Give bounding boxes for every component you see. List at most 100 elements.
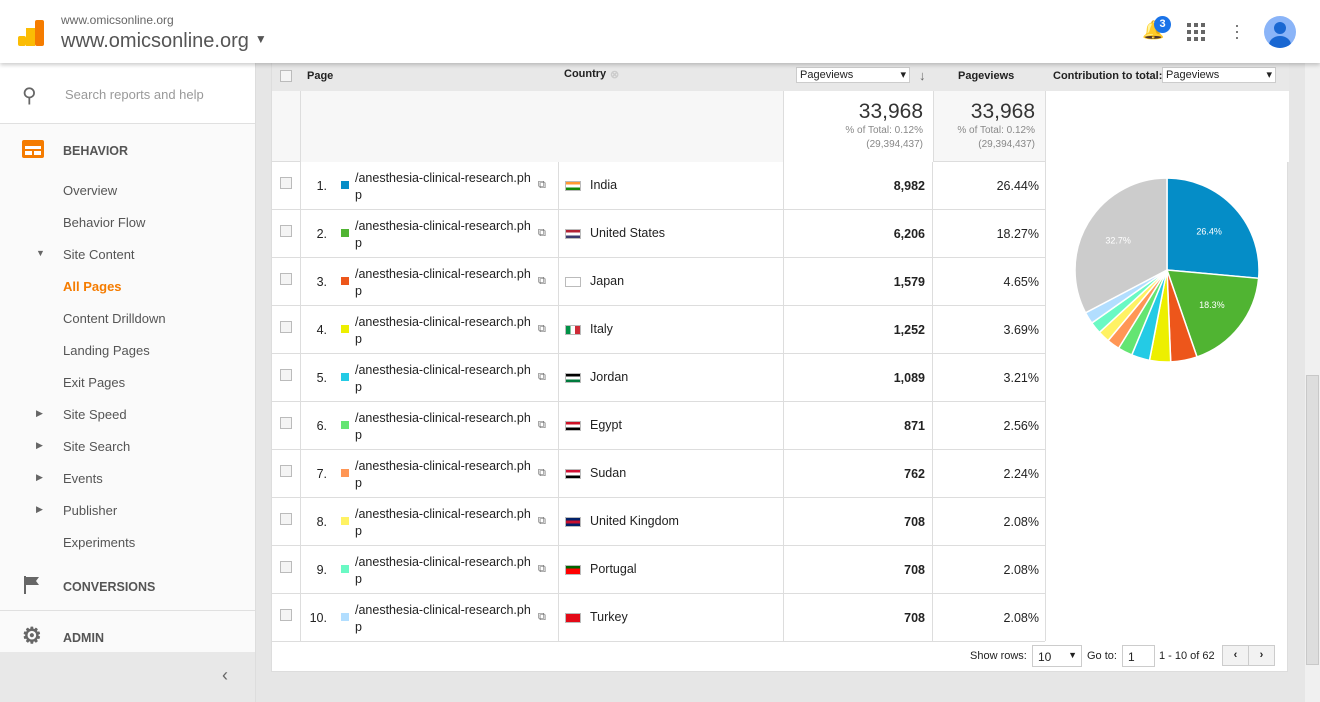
row-checkbox[interactable] (280, 417, 292, 429)
account-name: www.omicsonline.org (61, 13, 174, 27)
row-checkbox[interactable] (280, 561, 292, 573)
page-link[interactable]: /anesthesia-clinical-research.php (355, 362, 535, 396)
sidebar-item-content-drilldown[interactable]: Content Drilldown (0, 302, 255, 334)
avatar[interactable] (1264, 16, 1296, 48)
page-link[interactable]: /anesthesia-clinical-research.php (355, 458, 535, 492)
row-checkbox[interactable] (280, 513, 292, 525)
sidebar-section-behavior[interactable]: BEHAVIOR (0, 124, 255, 174)
open-external-icon[interactable]: ⧉ (538, 227, 546, 240)
table-row: 4. /anesthesia-clinical-research.php ⧉ I… (272, 306, 1045, 354)
row-checkbox[interactable] (280, 465, 292, 477)
show-rows-select[interactable]: 10 ▼ (1032, 645, 1082, 667)
country-name[interactable]: Sudan (590, 466, 626, 480)
open-external-icon[interactable]: ⧉ (538, 179, 546, 192)
country-name[interactable]: Portugal (590, 562, 637, 576)
country-flag-icon (565, 565, 581, 575)
sidebar-item-all-pages[interactable]: All Pages (0, 270, 255, 302)
series-color-swatch (341, 517, 349, 525)
sidebar-item-overview[interactable]: Overview (0, 174, 255, 206)
select-all-checkbox[interactable] (280, 70, 292, 82)
series-color-swatch (341, 277, 349, 285)
sort-arrow-icon[interactable]: ↓ (919, 68, 926, 83)
remove-dimension-icon[interactable]: ⊗ (610, 68, 619, 81)
goto-input[interactable]: 1 (1122, 645, 1155, 667)
contribution-pct: 3.21% (1003, 371, 1039, 385)
country-name[interactable]: India (590, 178, 617, 192)
table-row: 8. /anesthesia-clinical-research.php ⧉ U… (272, 498, 1045, 546)
open-external-icon[interactable]: ⧉ (538, 467, 546, 480)
row-checkbox[interactable] (280, 609, 292, 621)
page-link[interactable]: /anesthesia-clinical-research.php (355, 170, 535, 204)
sidebar-section-conversions[interactable]: CONVERSIONS (0, 560, 255, 610)
pie-label: 26.4% (1196, 227, 1222, 237)
pageviews-value: 708 (904, 611, 925, 625)
gear-icon: ⚙ (22, 623, 42, 648)
search-box[interactable]: ⚲ Search reports and help (0, 63, 255, 124)
open-external-icon[interactable]: ⧉ (538, 419, 546, 432)
scrollbar-thumb[interactable] (1306, 375, 1319, 665)
row-checkbox[interactable] (280, 273, 292, 285)
country-name[interactable]: Egypt (590, 418, 622, 432)
sidebar-item-events[interactable]: ▶ Events (0, 462, 255, 494)
sidebar-item-exit-pages[interactable]: Exit Pages (0, 366, 255, 398)
more-vert-icon[interactable]: · · · (1234, 16, 1240, 46)
pie-label: 18.3% (1199, 300, 1225, 310)
open-external-icon[interactable]: ⧉ (538, 563, 546, 576)
contribution-pct: 18.27% (996, 227, 1039, 241)
row-number: 6. (316, 419, 327, 433)
pageviews-value: 762 (904, 467, 925, 481)
sidebar-item-publisher[interactable]: ▶ Publisher (0, 494, 255, 526)
page-link[interactable]: /anesthesia-clinical-research.php (355, 602, 535, 636)
totals-row: 33,968 % of Total: 0.12% (29,394,437) 33,9… (272, 91, 1289, 162)
apps-icon[interactable] (1187, 23, 1205, 41)
expand-arrow-icon: ▶ (36, 472, 43, 482)
pageviews-value: 1,252 (893, 323, 925, 337)
search-input[interactable]: Search reports and help (65, 87, 204, 102)
metric-select[interactable]: Pageviews (796, 67, 910, 83)
page-link[interactable]: /anesthesia-clinical-research.php (355, 506, 535, 540)
scrollbar[interactable] (1305, 63, 1320, 702)
sidebar-item-experiments[interactable]: Experiments (0, 526, 255, 558)
sidebar-item-site-search[interactable]: ▶ Site Search (0, 430, 255, 462)
country-name[interactable]: Italy (590, 322, 613, 336)
country-name[interactable]: Turkey (590, 610, 628, 624)
open-external-icon[interactable]: ⧉ (538, 515, 546, 528)
collapse-sidebar-button[interactable]: ‹ (0, 652, 255, 702)
page-link[interactable]: /anesthesia-clinical-research.php (355, 410, 535, 444)
sidebar-item-label: Site Search (63, 439, 131, 454)
open-external-icon[interactable]: ⧉ (538, 371, 546, 384)
row-checkbox[interactable] (280, 177, 292, 189)
sidebar-item-landing-pages[interactable]: Landing Pages (0, 334, 255, 366)
page-link[interactable]: /anesthesia-clinical-research.php (355, 218, 535, 252)
open-external-icon[interactable]: ⧉ (538, 275, 546, 288)
country-name[interactable]: United Kingdom (590, 514, 679, 528)
col-page[interactable]: Page (307, 70, 333, 82)
col-pageviews[interactable]: Pageviews (958, 70, 1014, 82)
sidebar-item-site-content[interactable]: ▼ Site Content (0, 238, 255, 270)
sidebar-item-behavior-flow[interactable]: Behavior Flow (0, 206, 255, 238)
prev-page-button[interactable]: ‹ (1222, 645, 1249, 666)
next-page-button[interactable]: › (1248, 645, 1275, 666)
contribution-pct: 2.08% (1003, 611, 1039, 625)
page-link[interactable]: /anesthesia-clinical-research.php (355, 314, 535, 348)
row-checkbox[interactable] (280, 369, 292, 381)
col-country[interactable]: Country (564, 68, 606, 80)
property-name: www.omicsonline.org (61, 30, 249, 52)
page-link[interactable]: /anesthesia-clinical-research.php (355, 266, 535, 300)
row-checkbox[interactable] (280, 225, 292, 237)
contribution-select[interactable]: Pageviews (1162, 67, 1276, 83)
page-link[interactable]: /anesthesia-clinical-research.php (355, 554, 535, 588)
open-external-icon[interactable]: ⧉ (538, 323, 546, 336)
chevron-left-icon: ‹ (222, 665, 228, 685)
row-number: 9. (316, 563, 327, 577)
sidebar-item-label: Experiments (63, 535, 136, 550)
sidebar-item-site-speed[interactable]: ▶ Site Speed (0, 398, 255, 430)
expand-arrow-icon: ▶ (36, 408, 43, 418)
open-external-icon[interactable]: ⧉ (538, 611, 546, 624)
series-color-swatch (341, 181, 349, 189)
row-checkbox[interactable] (280, 321, 292, 333)
country-name[interactable]: United States (590, 226, 665, 240)
country-name[interactable]: Jordan (590, 370, 628, 384)
country-name[interactable]: Japan (590, 274, 624, 288)
property-selector[interactable]: www.omicsonline.org ▼ (61, 30, 267, 53)
